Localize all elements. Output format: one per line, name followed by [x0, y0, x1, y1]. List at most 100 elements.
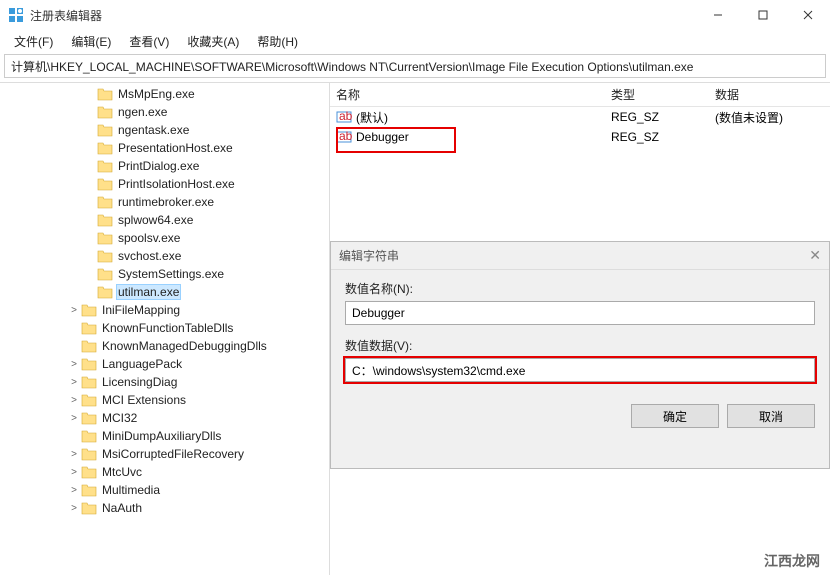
folder-icon [81, 339, 97, 353]
tree-item[interactable]: KnownManagedDebuggingDlls [0, 337, 329, 355]
tree-item-label: PresentationHost.exe [116, 141, 235, 155]
tree-item[interactable]: > IniFileMapping [0, 301, 329, 319]
tree-item-label: MiniDumpAuxiliaryDlls [100, 429, 223, 443]
main-area: MsMpEng.exe ngen.exe ngentask.exe Presentat… [0, 82, 830, 575]
dialog-body: 数值名称(N): Debugger 数值数据(V): C：\windows\sy… [331, 270, 829, 404]
chevron-right-icon[interactable]: > [68, 467, 80, 478]
value-type-cell: REG_SZ [605, 130, 709, 144]
tree-item-label: MtcUvc [100, 465, 144, 479]
tree-pane[interactable]: MsMpEng.exe ngen.exe ngentask.exe Presentat… [0, 83, 330, 575]
folder-icon [81, 429, 97, 443]
close-button[interactable] [785, 0, 830, 30]
registry-value-row[interactable]: abDebuggerREG_SZ [330, 127, 830, 147]
value-data-cell: (数值未设置) [709, 109, 830, 126]
tree-item[interactable]: ngentask.exe [0, 121, 329, 139]
string-value-icon: ab [336, 129, 352, 145]
tree-item[interactable]: svchost.exe [0, 247, 329, 265]
tree-item-label: KnownFunctionTableDlls [100, 321, 235, 335]
tree-item-label: NaAuth [100, 501, 144, 515]
cancel-button[interactable]: 取消 [727, 404, 815, 428]
tree-item[interactable]: > NaAuth [0, 499, 329, 517]
chevron-right-icon[interactable]: > [68, 449, 80, 460]
tree-item[interactable]: > MtcUvc [0, 463, 329, 481]
chevron-right-icon[interactable]: > [68, 305, 80, 316]
chevron-right-icon[interactable]: > [68, 503, 80, 514]
folder-icon [81, 447, 97, 461]
maximize-button[interactable] [740, 0, 785, 30]
tree-item-label: PrintDialog.exe [116, 159, 201, 173]
tree-item[interactable]: ngen.exe [0, 103, 329, 121]
tree-item[interactable]: > MsiCorruptedFileRecovery [0, 445, 329, 463]
tree-item[interactable]: > LanguagePack [0, 355, 329, 373]
tree-item-label: LanguagePack [100, 357, 184, 371]
tree-item[interactable]: SystemSettings.exe [0, 265, 329, 283]
tree-item[interactable]: > LicensingDiag [0, 373, 329, 391]
chevron-right-icon[interactable]: > [68, 377, 80, 388]
tree-item-label: utilman.exe [116, 284, 181, 300]
tree-item[interactable]: PrintIsolationHost.exe [0, 175, 329, 193]
chevron-right-icon[interactable]: > [68, 395, 80, 406]
tree-item-label: SystemSettings.exe [116, 267, 226, 281]
folder-icon [97, 213, 113, 227]
tree-item-label: KnownManagedDebuggingDlls [100, 339, 269, 353]
folder-icon [97, 105, 113, 119]
value-name-input[interactable]: Debugger [345, 301, 815, 325]
col-header-name[interactable]: 名称 [330, 86, 605, 103]
folder-icon [97, 195, 113, 209]
registry-value-row[interactable]: ab(默认)REG_SZ(数值未设置) [330, 107, 830, 127]
folder-icon [97, 159, 113, 173]
menu-file[interactable]: 文件(F) [6, 31, 61, 52]
col-header-data[interactable]: 数据 [709, 86, 830, 103]
edit-string-dialog: 编辑字符串 ✕ 数值名称(N): Debugger 数值数据(V): C：\wi… [330, 241, 830, 469]
list-body: ab(默认)REG_SZ(数值未设置)abDebuggerREG_SZ [330, 107, 830, 147]
tree-item[interactable]: spoolsv.exe [0, 229, 329, 247]
tree-item[interactable]: KnownFunctionTableDlls [0, 319, 329, 337]
tree-item-label: Multimedia [100, 483, 162, 497]
svg-text:ab: ab [339, 109, 352, 123]
chevron-right-icon[interactable]: > [68, 359, 80, 370]
folder-icon [81, 303, 97, 317]
tree-item-label: MsiCorruptedFileRecovery [100, 447, 246, 461]
folder-icon [97, 123, 113, 137]
folder-icon [81, 357, 97, 371]
col-header-type[interactable]: 类型 [605, 86, 709, 103]
folder-icon [81, 501, 97, 515]
folder-icon [97, 87, 113, 101]
tree-item[interactable]: > Multimedia [0, 481, 329, 499]
tree-item[interactable]: MsMpEng.exe [0, 85, 329, 103]
menubar: 文件(F) 编辑(E) 查看(V) 收藏夹(A) 帮助(H) [0, 30, 830, 52]
address-text: 计算机\HKEY_LOCAL_MACHINE\SOFTWARE\Microsof… [11, 58, 693, 75]
menu-help[interactable]: 帮助(H) [249, 31, 306, 52]
dialog-close-icon[interactable]: ✕ [809, 247, 821, 264]
tree-item[interactable]: splwow64.exe [0, 211, 329, 229]
tree-item[interactable]: MiniDumpAuxiliaryDlls [0, 427, 329, 445]
address-bar[interactable]: 计算机\HKEY_LOCAL_MACHINE\SOFTWARE\Microsof… [4, 54, 826, 78]
value-data-input[interactable]: C：\windows\system32\cmd.exe [345, 358, 815, 382]
value-name-label: 数值名称(N): [345, 280, 815, 297]
minimize-button[interactable] [695, 0, 740, 30]
list-pane: 名称 类型 数据 ab(默认)REG_SZ(数值未设置)abDebuggerRE… [330, 83, 830, 575]
tree-item-label: IniFileMapping [100, 303, 182, 317]
chevron-right-icon[interactable]: > [68, 485, 80, 496]
watermark: 江西龙网 [764, 551, 820, 571]
value-data-label: 数值数据(V): [345, 337, 815, 354]
tree-item-label: spoolsv.exe [116, 231, 182, 245]
folder-icon [97, 249, 113, 263]
tree-item[interactable]: utilman.exe [0, 283, 329, 301]
dialog-titlebar: 编辑字符串 ✕ [331, 242, 829, 270]
tree-item[interactable]: runtimebroker.exe [0, 193, 329, 211]
chevron-right-icon[interactable]: > [68, 413, 80, 424]
tree-item[interactable]: PrintDialog.exe [0, 157, 329, 175]
ok-button[interactable]: 确定 [631, 404, 719, 428]
menu-edit[interactable]: 编辑(E) [63, 31, 119, 52]
tree-item[interactable]: >MCI Extensions [0, 391, 329, 409]
menu-view[interactable]: 查看(V) [121, 31, 177, 52]
tree-item[interactable]: PresentationHost.exe [0, 139, 329, 157]
tree-item-label: LicensingDiag [100, 375, 179, 389]
tree-item-label: PrintIsolationHost.exe [116, 177, 237, 191]
window-controls [695, 0, 830, 30]
tree-item-label: ngen.exe [116, 105, 169, 119]
tree-item[interactable]: >MCI32 [0, 409, 329, 427]
string-value-icon: ab [336, 109, 352, 125]
menu-favorites[interactable]: 收藏夹(A) [179, 31, 247, 52]
